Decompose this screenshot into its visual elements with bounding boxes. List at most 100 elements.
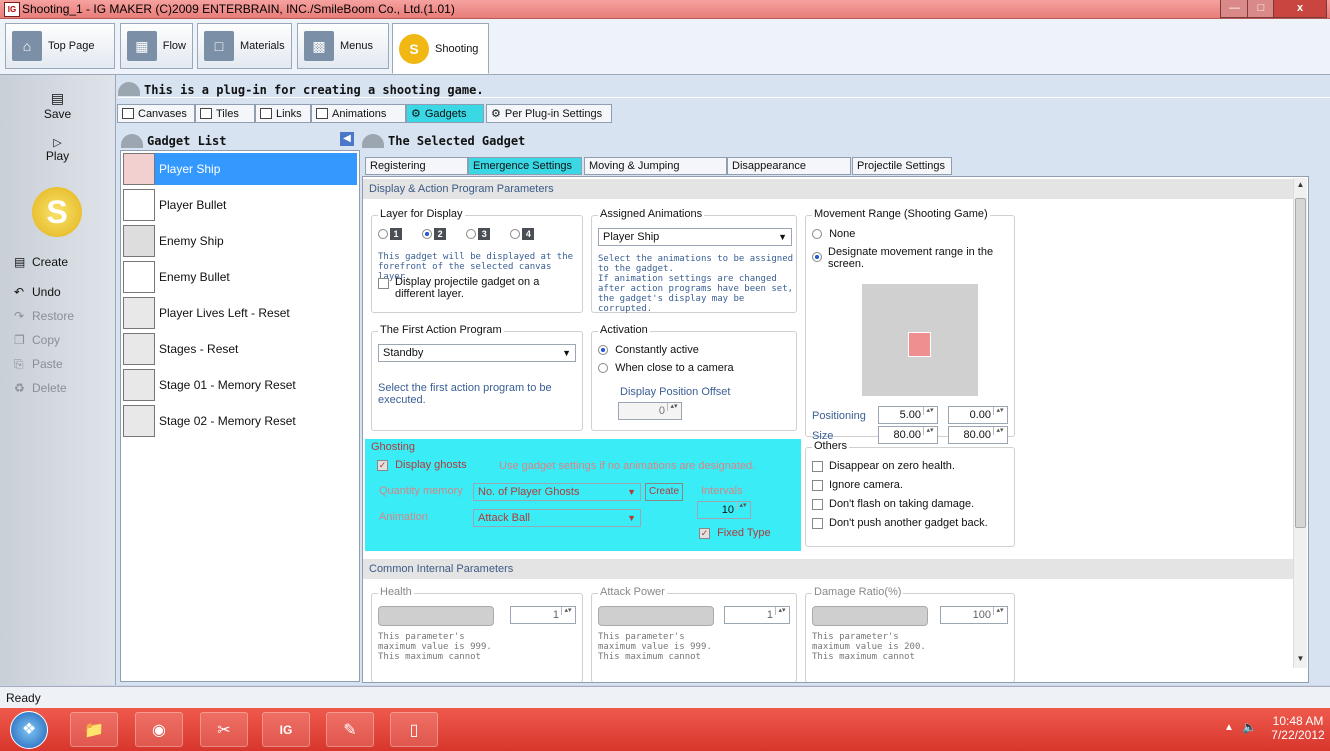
first-action-note: Select the first action program to be ex… (378, 382, 552, 406)
intervals-stepper[interactable]: 10 (697, 501, 751, 519)
list-item[interactable]: Enemy Bullet (123, 261, 357, 293)
activation-camera-row[interactable]: When close to a camera (598, 362, 734, 374)
scroll-thumb[interactable] (1295, 198, 1306, 528)
movement-range-marker[interactable] (908, 332, 931, 357)
movement-designate-row[interactable]: Designate movement range in the screen. (812, 246, 1008, 270)
movement-range-preview[interactable] (862, 284, 978, 396)
others-checkbox[interactable] (812, 479, 823, 491)
positioning-y-stepper[interactable]: 0.00 (948, 406, 1008, 424)
clock[interactable]: 10:48 AM 7/22/2012 (1270, 714, 1326, 742)
attack-power-stepper[interactable]: 1 (724, 606, 790, 624)
delete-label: Delete (32, 381, 67, 395)
start-button[interactable]: ❖ (10, 711, 48, 749)
panel-scrollbar[interactable]: ▲ ▼ (1293, 178, 1307, 668)
notes-icon[interactable]: ▯ (390, 712, 438, 747)
layer-radio-2[interactable] (422, 229, 433, 240)
display-ghosts-checkbox[interactable]: ✓ (377, 459, 388, 471)
damage-ratio-gauge[interactable] (812, 606, 928, 626)
others-checkbox[interactable] (812, 517, 823, 529)
others-item-row[interactable]: Disappear on zero health. (812, 460, 955, 472)
positioning-x-stepper[interactable]: 5.00 (878, 406, 938, 424)
list-item[interactable]: Player Lives Left - Reset (123, 297, 357, 329)
delete-button[interactable]: ♻ Delete (14, 381, 67, 395)
tab-registering-actions[interactable]: Registering Actions (365, 157, 468, 189)
chrome-icon[interactable]: ◉ (135, 712, 183, 747)
layer-radio-4[interactable] (510, 229, 521, 240)
health-stepper[interactable]: 1 (510, 606, 576, 624)
first-action-select[interactable]: Standby ▼ (378, 344, 576, 362)
layer-radio-3[interactable] (466, 229, 477, 240)
size-height-stepper[interactable]: 80.00 (948, 426, 1008, 444)
tab-materials[interactable]: □ Materials (197, 23, 292, 69)
tab-per-plugin-settings[interactable]: ⚙ Per Plug-in Settings (486, 104, 612, 123)
minimize-button[interactable]: — (1220, 0, 1249, 18)
list-item[interactable]: Stage 01 - Memory Reset (123, 369, 357, 401)
fixed-type-checkbox[interactable]: ✓ (699, 527, 710, 539)
size-width-stepper[interactable]: 80.00 (878, 426, 938, 444)
list-item[interactable]: Enemy Ship (123, 225, 357, 257)
display-ghosts-row[interactable]: ✓ Display ghosts (377, 459, 467, 471)
others-checkbox[interactable] (812, 460, 823, 472)
projectile-layer-checkbox-row[interactable]: Display projectile gadget on a different… (378, 276, 565, 300)
scroll-down-icon[interactable]: ▼ (1294, 654, 1307, 663)
animations-select[interactable]: Player Ship ▼ (598, 228, 792, 246)
display-offset-stepper[interactable]: 0 (618, 402, 682, 420)
attack-power-gauge[interactable] (598, 606, 714, 626)
tab-canvases[interactable]: Canvases (117, 104, 195, 123)
activation-camera-radio[interactable] (598, 363, 608, 374)
quantity-memory-select[interactable]: No. of Player Ghosts ▼ (473, 483, 641, 501)
layer-radio-1[interactable] (378, 229, 388, 240)
tab-projectile-settings[interactable]: Projectile Settings (852, 157, 952, 175)
ghost-animation-select[interactable]: Attack Ball ▼ (473, 509, 641, 527)
restore-button[interactable]: ↷ Restore (14, 309, 74, 323)
tab-moving-jumping-settings[interactable]: Moving & Jumping Settings (584, 157, 727, 189)
others-item-row[interactable]: Ignore camera. (812, 479, 903, 491)
tab-emergence-settings[interactable]: Emergence Settings (468, 157, 582, 175)
collapse-arrow-icon[interactable]: ◀ (340, 132, 354, 146)
create-button[interactable]: ▤ Create (14, 255, 68, 269)
snipping-tool-icon[interactable]: ✂ (200, 712, 248, 747)
tab-menus[interactable]: ▩ Menus (297, 23, 389, 69)
tab-disappearance-settings[interactable]: Disappearance Settings (727, 157, 851, 189)
tab-shooting[interactable]: S Shooting (392, 23, 489, 74)
paste-button[interactable]: ⎘ Paste (14, 357, 63, 371)
create-memory-button[interactable]: Create (645, 483, 683, 501)
list-item[interactable]: Player Ship (123, 153, 357, 185)
list-item[interactable]: Player Bullet (123, 189, 357, 221)
play-button[interactable]: ▷ Play (0, 136, 115, 163)
tab-links[interactable]: Links (255, 104, 311, 123)
gimp-icon[interactable]: ✎ (326, 712, 374, 747)
activation-constant-radio[interactable] (598, 345, 608, 356)
activation-constant-row[interactable]: Constantly active (598, 344, 699, 356)
volume-icon[interactable]: 🔈 (1242, 720, 1257, 734)
others-item-row[interactable]: Don't push another gadget back. (812, 517, 988, 529)
list-item[interactable]: Stages - Reset (123, 333, 357, 365)
tab-flow[interactable]: ▦ Flow (120, 23, 193, 69)
health-gauge[interactable] (378, 606, 494, 626)
ig-maker-icon[interactable]: IG (262, 712, 310, 747)
tray-arrow-icon[interactable]: ▲ (1224, 722, 1234, 733)
projectile-layer-checkbox[interactable] (378, 278, 389, 289)
close-button[interactable]: x (1273, 0, 1327, 18)
save-button[interactable]: ▤ Save (0, 90, 115, 121)
tab-tiles[interactable]: Tiles (195, 104, 255, 123)
undo-button[interactable]: ↶ Undo (14, 285, 61, 299)
others-checkbox[interactable] (812, 498, 823, 510)
tab-animations[interactable]: Animations (311, 104, 406, 123)
damage-ratio-stepper[interactable]: 100 (940, 606, 1008, 624)
movement-none-row[interactable]: None (812, 228, 855, 240)
tab-shooting-label: Shooting (435, 42, 479, 55)
movement-designate-radio[interactable] (812, 252, 822, 262)
list-item-label: Stage 01 - Memory Reset (159, 378, 296, 392)
explorer-icon[interactable]: 📁 (70, 712, 118, 747)
tab-top-page[interactable]: ⌂ Top Page (5, 23, 115, 69)
scroll-up-icon[interactable]: ▲ (1294, 180, 1307, 189)
tab-gadgets[interactable]: ⚙ Gadgets (406, 104, 484, 123)
list-item[interactable]: Stage 02 - Memory Reset (123, 405, 357, 437)
fixed-type-row[interactable]: ✓ Fixed Type (699, 527, 771, 539)
others-item-row[interactable]: Don't flash on taking damage. (812, 498, 974, 510)
copy-button[interactable]: ❐ Copy (14, 333, 60, 347)
maximize-button[interactable]: □ (1247, 0, 1275, 18)
movement-none-radio[interactable] (812, 229, 822, 240)
paste-icon: ⎘ (14, 357, 24, 371)
